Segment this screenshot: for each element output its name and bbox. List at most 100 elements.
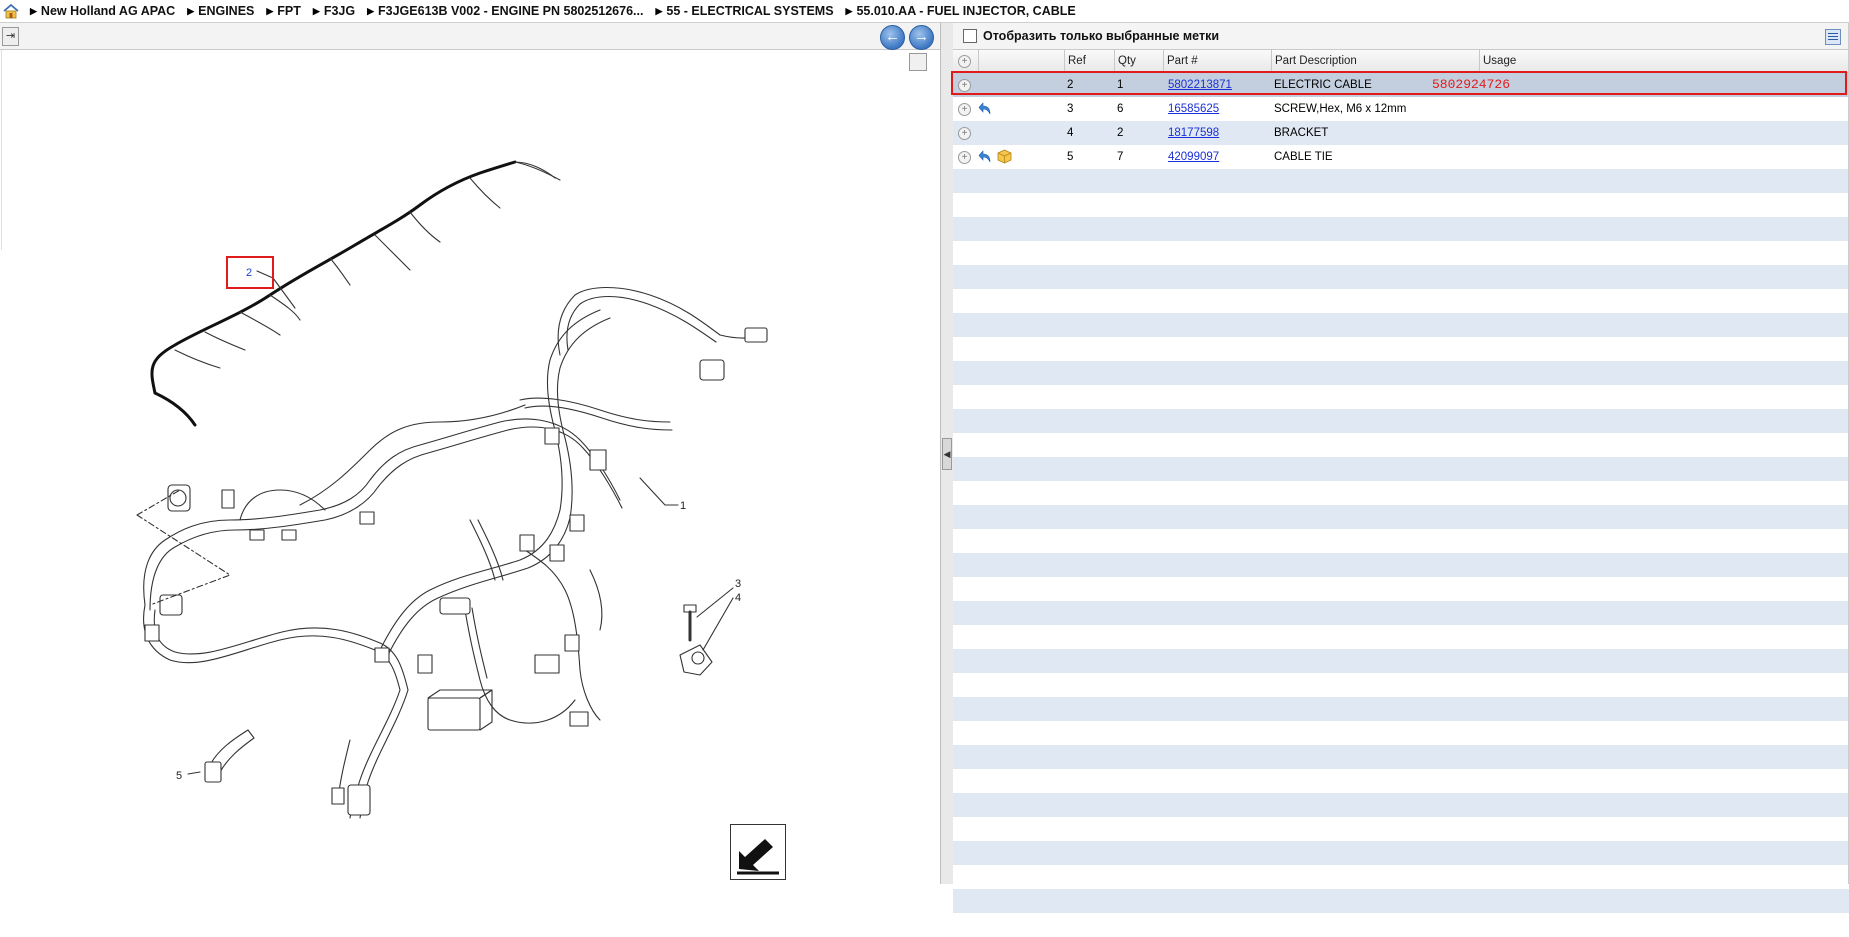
header-usage[interactable]: Usage [1479,50,1849,72]
empty-table-row [953,217,1849,241]
empty-table-row [953,313,1849,337]
back-arrow-icon[interactable] [978,102,992,116]
empty-table-row [953,169,1849,193]
expand-all-icon[interactable]: + [958,55,971,68]
breadcrumb-item-fpt[interactable]: ▶ FPT [266,4,301,18]
empty-table-row [953,721,1849,745]
empty-table-row [953,769,1849,793]
electric-cable-drawing[interactable] [150,160,517,395]
qty-cell: 2 [1117,127,1124,139]
ref-cell: 3 [1067,103,1074,115]
part-number-link[interactable]: 18177598 [1165,121,1219,145]
forward-arrow-icon[interactable]: → [909,25,934,50]
callout-5[interactable]: 5 [176,770,182,782]
filter-bar: Отобразить только выбранные метки [953,23,1849,50]
empty-rows [953,169,1849,937]
header-qty[interactable]: Qty [1114,50,1163,72]
description-cell: BRACKET [1274,127,1329,139]
parts-list-pane: Отобразить только выбранные метки + Ref … [953,23,1849,937]
table-row[interactable]: + 4 2 18177598 BRACKET [953,121,1849,145]
expand-row-icon[interactable]: + [958,151,971,164]
description-cell: ELECTRIC CABLE [1274,79,1372,91]
description-cell: SCREW,Hex, M6 x 12mm [1274,103,1407,115]
table-row[interactable]: + 5 7 42099097 CABLE TIE [953,145,1849,169]
pane-splitter[interactable]: ◀ [940,23,954,884]
table-row[interactable]: + 2 1 5802213871 ELECTRIC CABLE [953,73,1849,97]
diagram-toolbar: ⇥ ← → [0,23,940,50]
parts-table: + Ref Qty Part # Part Description Usage … [953,50,1849,937]
collapse-left-icon[interactable]: ◀ [942,438,952,470]
part-number-link[interactable]: 42099097 [1165,145,1219,169]
replacement-part-note: 5802924726 [1432,77,1511,92]
back-arrow-icon[interactable] [978,150,992,164]
empty-table-row [953,337,1849,361]
qty-cell: 1 [1117,79,1124,91]
callout-1[interactable]: 1 [680,500,686,512]
ref-cell: 2 [1067,79,1074,91]
empty-table-row [953,553,1849,577]
empty-table-row [953,889,1849,913]
empty-table-row [953,241,1849,265]
filter-label[interactable]: Отобразить только выбранные метки [983,29,1219,43]
empty-table-row [953,385,1849,409]
empty-table-row [953,625,1849,649]
breadcrumb: ▶ New Holland AG APAC ▶ ENGINES ▶ FPT ▶ F3JG… [0,0,1849,23]
empty-table-row [953,745,1849,769]
list-settings-icon[interactable] [1825,29,1841,45]
empty-table-row [953,865,1849,889]
callout-2[interactable]: 2 [246,267,252,279]
table-body: + 2 1 5802213871 ELECTRIC CABLE + 3 6 16… [953,73,1849,937]
empty-table-row [953,193,1849,217]
empty-table-row [953,601,1849,625]
breadcrumb-item-brand[interactable]: ▶ New Holland AG APAC [30,4,175,18]
empty-table-row [953,673,1849,697]
expand-row-icon[interactable]: + [958,79,971,92]
breadcrumb-item-f3jg[interactable]: ▶ F3JG [313,4,355,18]
empty-table-row [953,529,1849,553]
table-header: + Ref Qty Part # Part Description Usage [953,50,1849,73]
ref-cell: 4 [1067,127,1074,139]
empty-table-row [953,817,1849,841]
breadcrumb-item-engine[interactable]: ▶ F3JGE613B V002 - ENGINE PN 5802512676..… [367,4,643,18]
parts-diagram[interactable]: 1 2 3 4 5 [0,50,940,884]
header-ref[interactable]: Ref [1064,50,1114,72]
breadcrumb-item-current: ▶ 55.010.AA - FUEL INJECTOR, CABLE [845,4,1076,18]
expand-row-icon[interactable]: + [958,103,971,116]
package-icon[interactable] [997,149,1012,164]
filter-checkbox[interactable] [963,29,977,43]
header-description[interactable]: Part Description [1271,50,1479,72]
empty-table-row [953,697,1849,721]
header-part-number[interactable]: Part # [1163,50,1271,72]
qty-cell: 7 [1117,151,1124,163]
empty-table-row [953,577,1849,601]
empty-table-row [953,793,1849,817]
callout-3[interactable]: 3 [735,578,741,590]
arrow-zoom-icon [737,839,779,875]
ref-cell: 5 [1067,151,1074,163]
back-arrow-icon[interactable]: ← [880,25,905,50]
empty-table-row [953,481,1849,505]
qty-cell: 6 [1117,103,1124,115]
expand-row-icon[interactable]: + [958,127,971,140]
part-number-link[interactable]: 16585625 [1165,97,1219,121]
empty-table-row [953,289,1849,313]
breadcrumb-item-electrical[interactable]: ▶ 55 - ELECTRICAL SYSTEMS [655,4,833,18]
expand-panel-icon[interactable]: ⇥ [2,27,19,46]
header-icons [978,50,1064,72]
empty-table-row [953,433,1849,457]
empty-table-row [953,841,1849,865]
zoom-area-button[interactable] [730,824,786,880]
home-icon[interactable] [2,3,20,19]
breadcrumb-item-engines[interactable]: ▶ ENGINES [187,4,254,18]
diagram-pane: ⇥ ← → 1 2 3 4 5 [0,23,940,884]
part-number-link[interactable]: 5802213871 [1165,73,1232,97]
empty-table-row [953,913,1849,937]
table-row[interactable]: + 3 6 16585625 SCREW,Hex, M6 x 12mm [953,97,1849,121]
empty-table-row [953,409,1849,433]
empty-table-row [953,457,1849,481]
empty-table-row [953,505,1849,529]
callout-4[interactable]: 4 [735,592,741,604]
description-cell: CABLE TIE [1274,151,1333,163]
empty-table-row [953,649,1849,673]
empty-table-row [953,361,1849,385]
